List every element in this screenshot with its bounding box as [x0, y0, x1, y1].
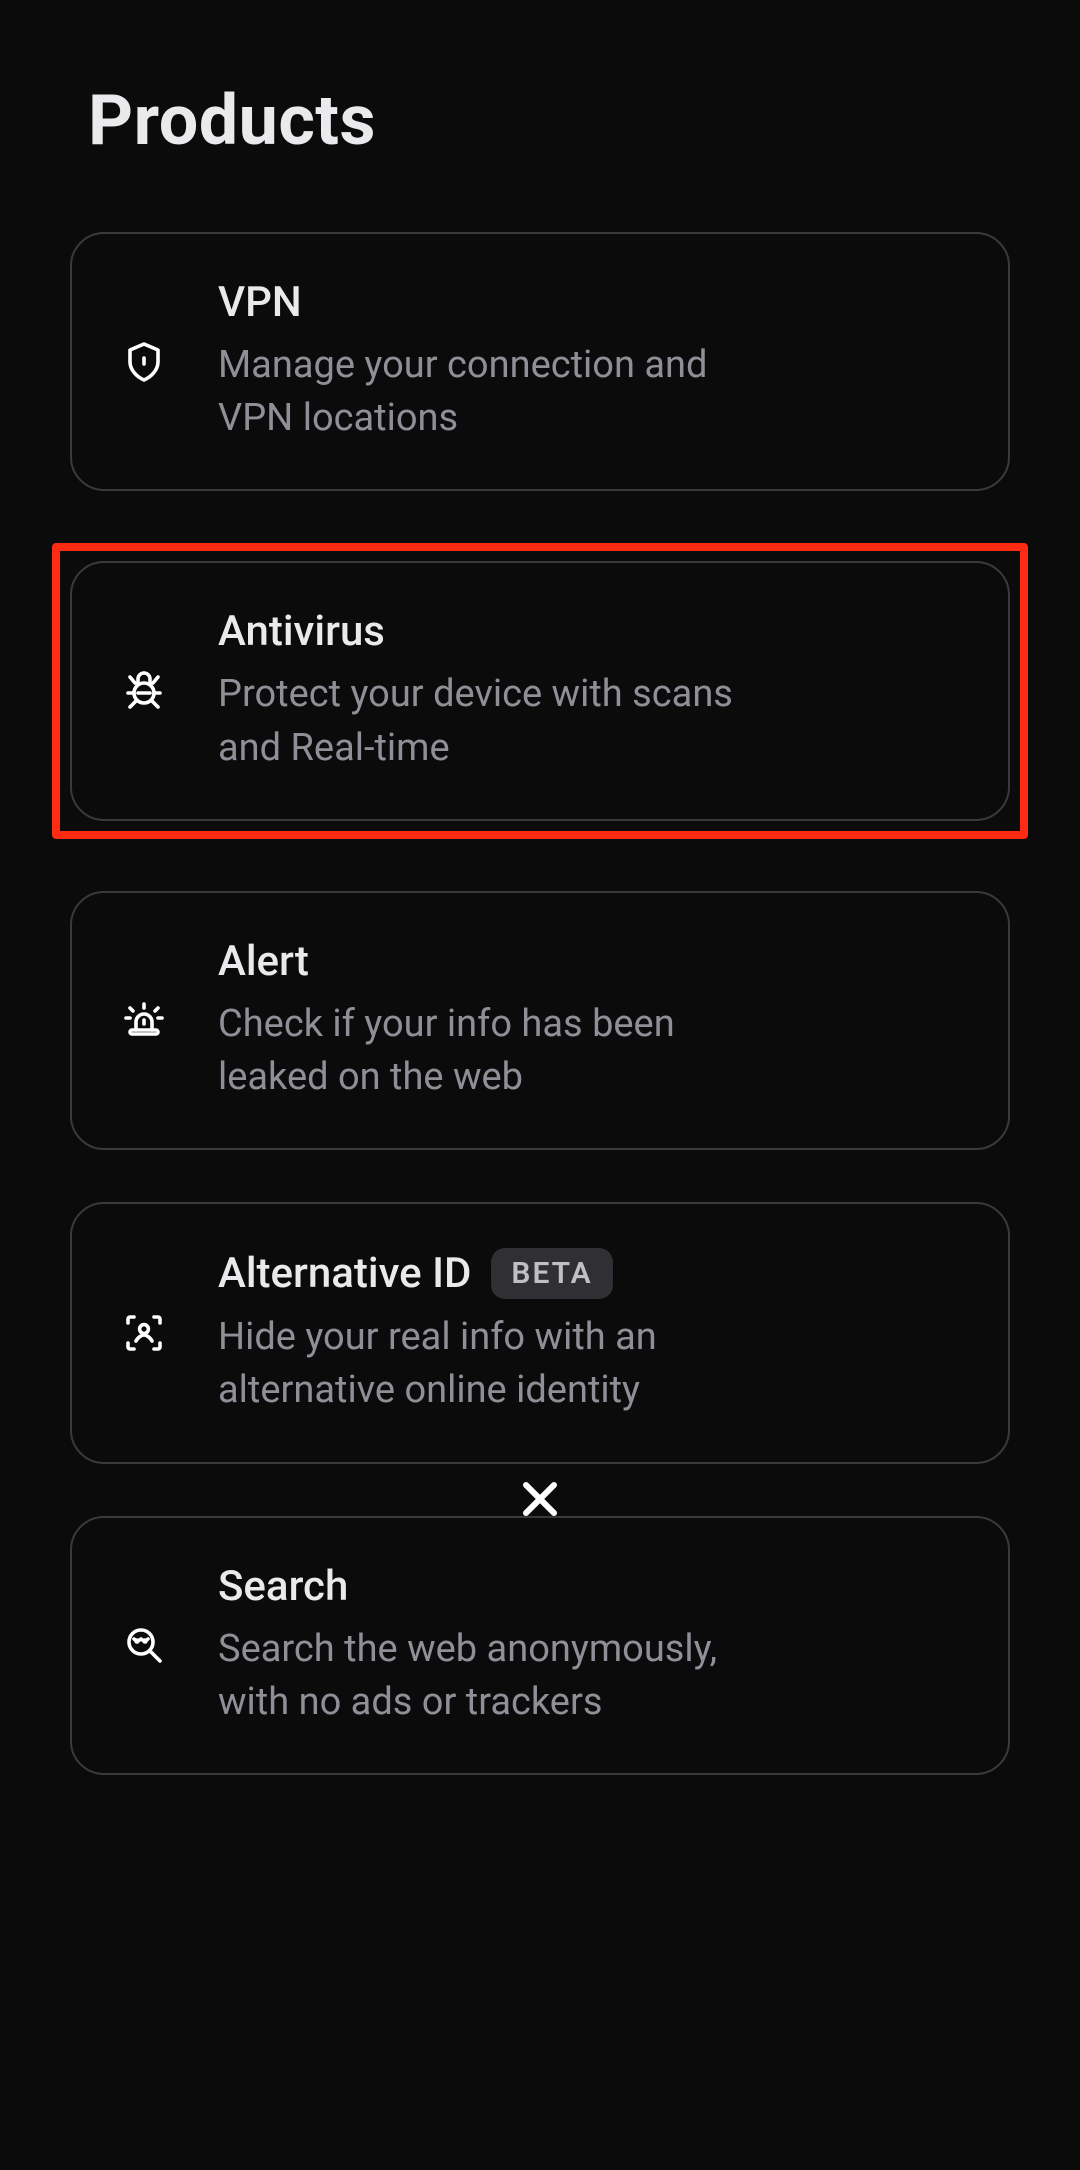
identity-scan-icon — [116, 1305, 172, 1361]
product-description: Protect your device with scans and Real-… — [218, 668, 778, 774]
close-icon — [516, 1475, 564, 1526]
product-title: VPN — [218, 278, 302, 327]
product-title: Alternative ID — [218, 1249, 471, 1298]
highlight-frame: Antivirus Protect your device with scans… — [52, 543, 1028, 838]
product-text: Search Search the web anonymously, with … — [218, 1562, 964, 1729]
product-title: Antivirus — [218, 607, 385, 656]
bug-icon — [116, 663, 172, 719]
product-list: VPN Manage your connection and VPN locat… — [70, 232, 1010, 1775]
product-card-antivirus[interactable]: Antivirus Protect your device with scans… — [70, 561, 1010, 820]
shield-icon — [116, 334, 172, 390]
product-card-alert[interactable]: Alert Check if your info has been leaked… — [70, 891, 1010, 1150]
product-text: VPN Manage your connection and VPN locat… — [218, 278, 964, 445]
product-text: Antivirus Protect your device with scans… — [218, 607, 964, 774]
product-description: Hide your real info with an alternative … — [218, 1311, 778, 1417]
product-card-search[interactable]: Search Search the web anonymously, with … — [70, 1516, 1010, 1775]
product-description: Manage your connection and VPN locations — [218, 339, 778, 445]
product-title: Alert — [218, 937, 309, 986]
product-description: Check if your info has been leaked on th… — [218, 998, 778, 1104]
product-card-alternative-id[interactable]: Alternative ID BETA Hide your real info … — [70, 1202, 1010, 1463]
product-text: Alternative ID BETA Hide your real info … — [218, 1248, 964, 1417]
product-card-vpn[interactable]: VPN Manage your connection and VPN locat… — [70, 232, 1010, 491]
product-title: Search — [218, 1562, 348, 1611]
products-screen: Products VPN Manage your connection and … — [0, 0, 1080, 2170]
product-text: Alert Check if your info has been leaked… — [218, 937, 964, 1104]
close-button[interactable] — [510, 1470, 570, 1530]
siren-icon — [116, 992, 172, 1048]
page-title: Products — [88, 80, 1010, 162]
beta-badge: BETA — [491, 1248, 612, 1299]
product-description: Search the web anonymously, with no ads … — [218, 1623, 778, 1729]
search-mask-icon — [116, 1617, 172, 1673]
